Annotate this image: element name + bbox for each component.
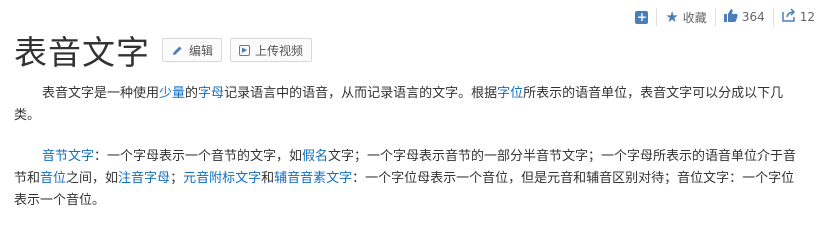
- add-button[interactable]: +: [627, 8, 656, 26]
- edit-button-label: 编辑: [189, 43, 214, 58]
- link-yinjie-wenzi[interactable]: 音节文字: [42, 149, 94, 164]
- link-zimu[interactable]: 字母: [198, 86, 224, 101]
- link-fuyin-yinsu-wenzi[interactable]: 辅音音素文字: [274, 171, 352, 186]
- share-button[interactable]: 12: [772, 8, 823, 26]
- plus-square-icon: +: [635, 9, 649, 24]
- play-video-icon: ▶: [239, 44, 251, 56]
- link-jiaming[interactable]: 假名: [302, 149, 328, 164]
- upload-video-label: 上传视频: [255, 43, 304, 58]
- link-ziwei[interactable]: 字位: [497, 86, 523, 101]
- link-zhuyin-zimu[interactable]: 注音字母: [118, 171, 170, 186]
- text-segment: 和: [261, 171, 275, 186]
- star-icon: ★: [665, 8, 679, 26]
- share-count: 12: [799, 10, 815, 24]
- types-paragraph: 音节文字：一个字母表示一个音节的文字，如假名文字；一个字母表示音节的一部分半音节…: [14, 146, 804, 212]
- title-row: 表音文字 编辑 ▶ 上传视频: [14, 26, 313, 74]
- text-segment: ：一个字母表示一个音节的文字，如: [94, 149, 303, 164]
- text-segment: 表音文字是一种使用: [42, 86, 160, 101]
- like-count: 364: [741, 10, 765, 24]
- article-toolbar: + ★ 收藏 364 12: [627, 8, 823, 26]
- intro-paragraph: 表音文字是一种使用少量的字母记录语言中的语音，从而记录语言的文字。根据字位所表示…: [14, 83, 804, 127]
- text-segment: 记录语言中的语音，从而记录语言的文字。根据: [224, 86, 498, 101]
- thumbs-up-icon: [723, 8, 738, 26]
- upload-video-button[interactable]: ▶ 上传视频: [230, 38, 313, 62]
- pencil-icon: [171, 44, 184, 57]
- text-segment: 之间，如: [66, 171, 119, 186]
- text-segment: 的: [185, 86, 199, 101]
- favorite-label: 收藏: [682, 10, 707, 25]
- text-segment: ；: [170, 171, 184, 186]
- like-button[interactable]: 364: [714, 8, 773, 26]
- edit-button[interactable]: 编辑: [162, 38, 223, 62]
- share-icon: [781, 8, 796, 26]
- link-yinwei[interactable]: 音位: [40, 171, 66, 186]
- link-yuanyin-fubiao-wenzi[interactable]: 元音附标文字: [183, 171, 261, 186]
- page-title: 表音文字: [14, 33, 150, 72]
- link-shaoliang[interactable]: 少量: [159, 86, 185, 101]
- favorite-button[interactable]: ★ 收藏: [656, 8, 714, 26]
